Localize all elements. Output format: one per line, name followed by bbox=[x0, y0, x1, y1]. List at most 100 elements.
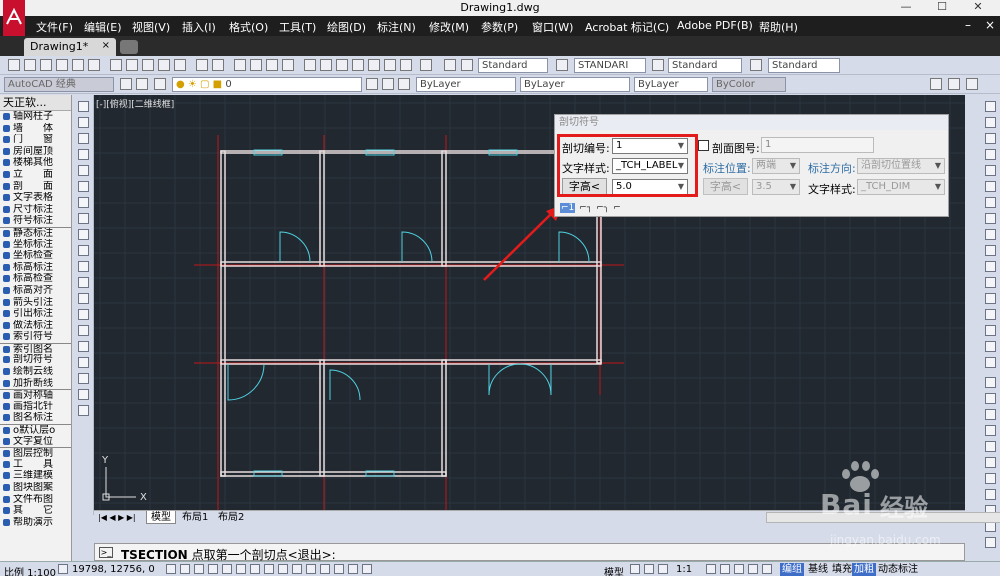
point-icon[interactable] bbox=[78, 309, 89, 320]
zoom-window-icon[interactable] bbox=[266, 59, 278, 71]
text-style-icon[interactable] bbox=[420, 59, 432, 71]
fill-toggle[interactable]: 填充 bbox=[830, 563, 854, 576]
chamfer-icon[interactable] bbox=[985, 325, 996, 336]
mleader-style-select[interactable]: Standard bbox=[768, 58, 840, 73]
copy-icon[interactable] bbox=[126, 59, 138, 71]
gradient-icon[interactable] bbox=[78, 341, 89, 352]
move-icon[interactable] bbox=[985, 181, 996, 192]
section-mode-straight-icon[interactable]: ⌐1 bbox=[560, 203, 576, 213]
section-mode-b-icon[interactable]: ⌐ bbox=[613, 203, 621, 213]
tarch-menu-item[interactable]: 轴网柱子 bbox=[0, 111, 71, 123]
tool-a-icon[interactable] bbox=[930, 78, 942, 90]
tarch-menu-item[interactable]: 图层控制 bbox=[0, 447, 71, 459]
circle-icon[interactable] bbox=[78, 197, 89, 208]
baseline-toggle[interactable]: 基线 bbox=[806, 563, 830, 576]
sc-icon[interactable] bbox=[334, 564, 344, 574]
snap-icon[interactable] bbox=[166, 564, 176, 574]
tool-palette-icon[interactable] bbox=[336, 59, 348, 71]
annotation-scale-icon[interactable] bbox=[658, 564, 668, 574]
bold-toggle[interactable]: 加粗 bbox=[852, 563, 876, 576]
scale-dropdown-icon[interactable] bbox=[58, 564, 68, 574]
qp-icon[interactable] bbox=[320, 564, 330, 574]
layout-nav-icons[interactable]: |◀ ◀ ▶ ▶| bbox=[94, 511, 140, 524]
tarch-menu-item[interactable]: 引出标注 bbox=[0, 308, 71, 320]
make-block-icon[interactable] bbox=[78, 293, 89, 304]
ellipse-icon[interactable] bbox=[78, 245, 89, 256]
revcloud-icon[interactable] bbox=[78, 213, 89, 224]
qdim-icon[interactable] bbox=[985, 489, 996, 500]
dim-arc-icon[interactable] bbox=[985, 409, 996, 420]
add-selected-icon[interactable] bbox=[78, 405, 89, 416]
zoom-realtime-icon[interactable] bbox=[250, 59, 262, 71]
zoom-previous-icon[interactable] bbox=[282, 59, 294, 71]
menu-insert[interactable]: 插入(I) bbox=[182, 19, 216, 35]
tarch-menu-item[interactable]: 静态标注 bbox=[0, 226, 71, 239]
tarch-menu-item[interactable]: 做法标注 bbox=[0, 320, 71, 332]
fillet-icon[interactable] bbox=[985, 341, 996, 352]
copy-object-icon[interactable] bbox=[985, 117, 996, 128]
join-icon[interactable] bbox=[985, 309, 996, 320]
layer-match-icon[interactable] bbox=[398, 78, 410, 90]
mirror-icon[interactable] bbox=[985, 133, 996, 144]
tarch-menu-item[interactable]: 画对称轴 bbox=[0, 389, 71, 401]
tarch-menu-item[interactable]: 图名标注 bbox=[0, 412, 71, 424]
pan-icon[interactable] bbox=[234, 59, 246, 71]
menu-help[interactable]: 帮助(H) bbox=[759, 19, 798, 35]
dynamic-dim-toggle[interactable]: 动态标注 bbox=[876, 563, 920, 576]
tab-drawing1[interactable]: Drawing1* × bbox=[24, 38, 116, 56]
dim-radius-icon[interactable] bbox=[985, 441, 996, 452]
calc-icon[interactable] bbox=[384, 59, 396, 71]
otrack-icon[interactable] bbox=[250, 564, 260, 574]
scale-readout[interactable]: 比例 1:100 bbox=[4, 564, 56, 576]
tab-close-icon[interactable]: × bbox=[102, 40, 110, 51]
menu-adobe-pdf[interactable]: Adobe PDF(B) bbox=[677, 19, 753, 32]
layer-select[interactable]: ● ☀ ▢ ■ 0 bbox=[172, 77, 362, 92]
tarch-menu-item[interactable]: 剖切符号 bbox=[0, 354, 71, 366]
tarch-menu-item[interactable]: 坐标检查 bbox=[0, 250, 71, 262]
ducs-icon[interactable] bbox=[264, 564, 274, 574]
mleader-style-icon[interactable] bbox=[750, 59, 762, 71]
dim-angular-icon[interactable] bbox=[985, 473, 996, 484]
layer-state-icon[interactable] bbox=[154, 78, 166, 90]
match-icon[interactable] bbox=[158, 59, 170, 71]
tarch-menu-item[interactable]: 绘制云线 bbox=[0, 366, 71, 378]
tarch-menu-item[interactable]: 剖 面 bbox=[0, 181, 71, 193]
plot-icon[interactable] bbox=[56, 59, 68, 71]
tarch-menu-item[interactable]: 标高检查 bbox=[0, 273, 71, 285]
tab-layout1[interactable]: 布局1 bbox=[178, 511, 212, 524]
redo-icon[interactable] bbox=[212, 59, 224, 71]
lock-icon[interactable] bbox=[748, 564, 758, 574]
auto-scale-icon[interactable] bbox=[720, 564, 730, 574]
tarch-menu-item[interactable]: 门 窗 bbox=[0, 134, 71, 146]
table-style-icon[interactable] bbox=[652, 59, 664, 71]
line-icon[interactable] bbox=[78, 101, 89, 112]
color-select[interactable]: ByLayer bbox=[416, 77, 516, 92]
lineweight-select[interactable]: ByLayer bbox=[634, 77, 708, 92]
lwt-icon[interactable] bbox=[292, 564, 302, 574]
properties-icon[interactable] bbox=[304, 59, 316, 71]
tarch-menu-item[interactable]: 文件布图 bbox=[0, 494, 71, 506]
menu-modify[interactable]: 修改(M) bbox=[429, 19, 469, 35]
tarch-menu-item[interactable]: 箭头引注 bbox=[0, 297, 71, 309]
rotate-icon[interactable] bbox=[985, 197, 996, 208]
menu-edit[interactable]: 编辑(E) bbox=[84, 19, 122, 35]
grid-icon[interactable] bbox=[180, 564, 190, 574]
polygon-icon[interactable] bbox=[78, 149, 89, 160]
xline-icon[interactable] bbox=[78, 117, 89, 128]
stretch-icon[interactable] bbox=[985, 229, 996, 240]
ortho-icon[interactable] bbox=[194, 564, 204, 574]
tool-c-icon[interactable] bbox=[966, 78, 978, 90]
extend-icon[interactable] bbox=[985, 261, 996, 272]
layout-icon[interactable] bbox=[630, 564, 640, 574]
help-icon[interactable] bbox=[400, 59, 412, 71]
polyline-icon[interactable] bbox=[78, 133, 89, 144]
dim-style-select[interactable]: STANDARI bbox=[574, 58, 646, 73]
paste-icon[interactable] bbox=[142, 59, 154, 71]
tarch-menu-item[interactable]: 文字复位 bbox=[0, 436, 71, 448]
new-tab-icon[interactable] bbox=[120, 40, 138, 54]
viewport-controls[interactable]: [-][俯视][二维线框] bbox=[96, 97, 174, 110]
tab-layout2[interactable]: 布局2 bbox=[214, 511, 248, 524]
sheet-set-icon[interactable] bbox=[352, 59, 364, 71]
linetype-select[interactable]: ByLayer bbox=[520, 77, 630, 92]
status-extra-icon[interactable] bbox=[362, 564, 372, 574]
